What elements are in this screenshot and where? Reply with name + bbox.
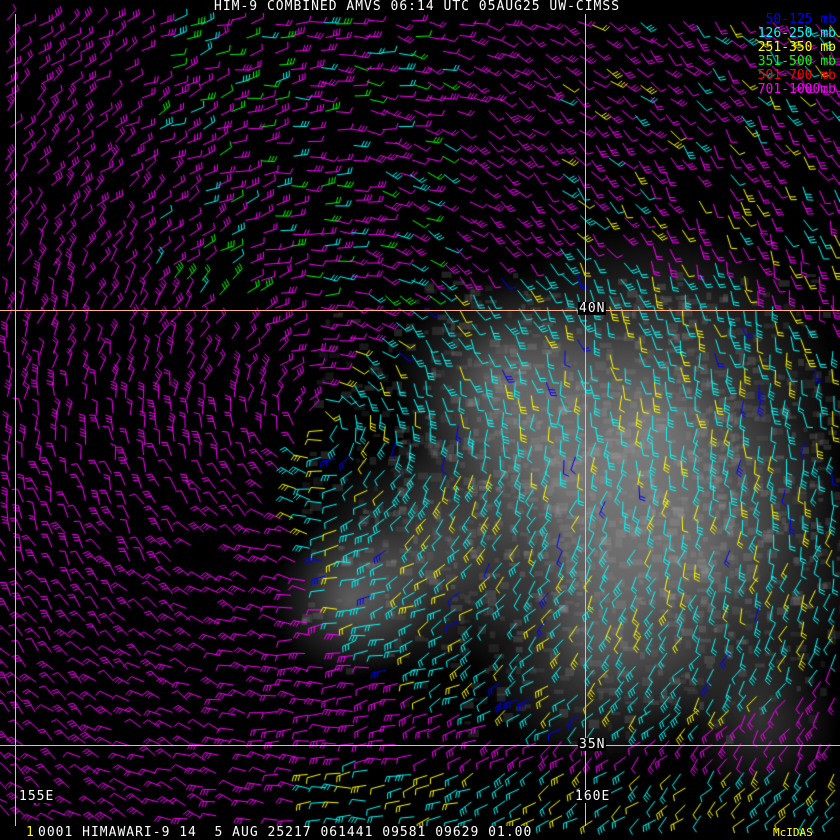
lat-label-35n: 35N	[578, 737, 607, 752]
legend-item-501-700: 501-700 mb	[757, 68, 836, 83]
lon-label-160e: 160E	[574, 789, 612, 804]
meridian-160e	[585, 14, 586, 826]
image-title: HIM-9 COMBINED AMVS 06:14 UTC 05AUG25 UW…	[214, 0, 621, 14]
lon-label-155e: 155E	[18, 789, 56, 804]
legend-item-701-1000: 701-1000mb	[757, 82, 836, 97]
meridian-155e	[15, 14, 16, 826]
lat-label-40n: 40N	[578, 301, 607, 316]
image-info-line: 0001 HIMAWARI-9 14 5 AUG 25217 061441 09…	[38, 825, 533, 840]
satellite-wind-map: 40N 35N 155E 160E HIM-9 COMBINED AMVS 06…	[0, 0, 840, 840]
legend-item-351-500: 351-500 mb	[757, 54, 836, 69]
parallel-35n	[0, 745, 840, 746]
legend-item-251-350: 251-350 mb	[757, 40, 836, 55]
parallel-40n	[0, 310, 840, 311]
legend-item-50-125: 50-125 mb	[765, 12, 836, 27]
mcidas-logo-text: McIDAS	[773, 826, 813, 839]
pressure-legend: 50-125 mb 126-250 mb 251-350 mb 351-500 …	[758, 13, 836, 97]
legend-item-126-250: 126-250 mb	[757, 26, 836, 41]
frame-number: 1	[26, 825, 34, 840]
satellite-imagery-with-wind-barbs	[0, 0, 840, 840]
